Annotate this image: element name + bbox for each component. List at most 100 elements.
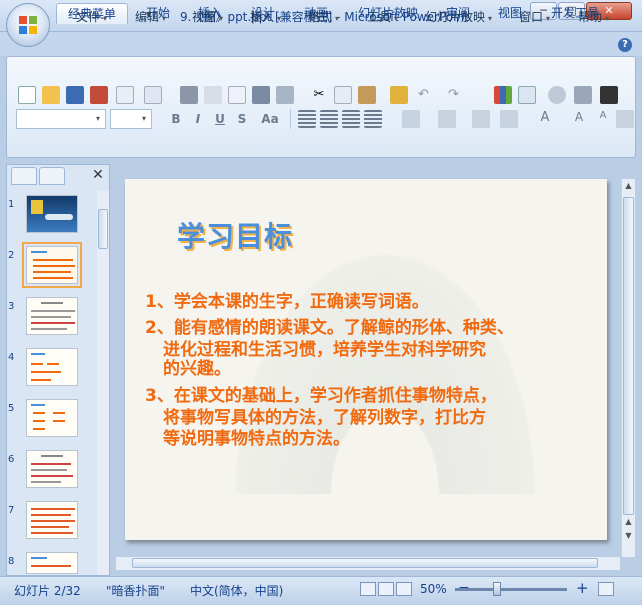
- slideshow-view-icon[interactable]: [396, 582, 412, 596]
- research-icon[interactable]: [276, 86, 294, 104]
- color-icon[interactable]: [574, 86, 592, 104]
- underline-button[interactable]: U: [212, 111, 228, 127]
- slide-thumbnail[interactable]: [26, 501, 78, 539]
- zoom-level[interactable]: 50%: [420, 582, 447, 596]
- cut-icon[interactable]: ✂: [310, 86, 328, 104]
- font-color-icon[interactable]: A: [536, 110, 554, 128]
- print-preview-icon[interactable]: [144, 86, 162, 104]
- numbering-icon[interactable]: [472, 110, 490, 128]
- align-right-icon[interactable]: [342, 110, 360, 128]
- objective-line[interactable]: 等说明事物特点的方法。: [163, 429, 350, 449]
- open-icon[interactable]: [42, 86, 60, 104]
- align-left-icon[interactable]: [298, 110, 316, 128]
- shrink-font-icon[interactable]: A: [594, 110, 612, 128]
- menu-insert[interactable]: 插入 ▾: [250, 8, 281, 24]
- scroll-thumb[interactable]: [623, 197, 634, 515]
- slide-thumbnail[interactable]: [26, 450, 78, 488]
- previous-slide-icon[interactable]: ▲: [622, 517, 635, 529]
- slide-vertical-scrollbar[interactable]: ▲ ▲ ▼: [621, 179, 635, 557]
- slide-thumbnail-selected[interactable]: [22, 242, 82, 288]
- scroll-thumb[interactable]: [132, 558, 598, 568]
- page-setup-icon[interactable]: [228, 86, 246, 104]
- objective-line[interactable]: 2、能有感情的朗读课文。了解鲸的形体、种类、: [145, 318, 514, 338]
- justify-icon[interactable]: [364, 110, 382, 128]
- menu-format[interactable]: 格式 ▾: [308, 8, 339, 24]
- grow-font-icon[interactable]: A: [570, 110, 588, 128]
- slide-thumbnail[interactable]: [26, 195, 78, 233]
- outline-tab[interactable]: [39, 167, 65, 185]
- language-status[interactable]: 中文(简体，中国): [190, 582, 283, 599]
- theme-name[interactable]: "暗香扑面": [106, 582, 165, 599]
- columns-icon[interactable]: [402, 110, 420, 128]
- menu-slideshow[interactable]: 幻灯片放映 ▾: [425, 8, 492, 24]
- zoom-slider-thumb[interactable]: [493, 582, 501, 596]
- preview-icon[interactable]: [204, 86, 222, 104]
- table-icon[interactable]: [518, 86, 536, 104]
- menu-tools[interactable]: 工具 ▾: [367, 8, 398, 24]
- clear-format-icon[interactable]: [616, 110, 634, 128]
- objective-line[interactable]: 进化过程和生活习惯，培养学生对科学研究: [163, 340, 486, 360]
- slide-thumbnail[interactable]: [26, 399, 78, 437]
- slide-canvas[interactable]: 学习目标 1、学会本课的生字，正确读写词语。 2、能有感情的朗读课文。了解鲸的形…: [125, 179, 607, 540]
- paste-icon[interactable]: [358, 86, 376, 104]
- zoom-slider[interactable]: [455, 588, 567, 591]
- bold-button[interactable]: B: [168, 111, 184, 127]
- slide-horizontal-scrollbar[interactable]: [116, 557, 620, 570]
- menu-help[interactable]: 帮助 ▾: [578, 8, 609, 24]
- zoom-in-button[interactable]: +: [576, 579, 589, 597]
- next-slide-icon[interactable]: ▼: [622, 531, 635, 543]
- fit-to-window-icon[interactable]: [598, 582, 614, 596]
- print-icon[interactable]: [180, 86, 198, 104]
- format-painter-icon[interactable]: [390, 86, 408, 104]
- chart-icon[interactable]: [494, 86, 512, 104]
- scroll-up-icon[interactable]: ▲: [622, 181, 635, 193]
- line-spacing-icon[interactable]: [438, 110, 456, 128]
- redo-icon[interactable]: ↷: [448, 86, 466, 104]
- whale-image: [45, 214, 73, 220]
- close-pane-icon[interactable]: ✕: [91, 167, 105, 183]
- thumbnail-number: 8: [8, 556, 15, 567]
- change-case-button[interactable]: Aa: [258, 111, 282, 127]
- help-icon[interactable]: ?: [618, 38, 632, 52]
- office-button[interactable]: [6, 3, 50, 47]
- thumbnail-line: [31, 520, 75, 522]
- shadow-button[interactable]: S: [234, 111, 250, 127]
- objective-line[interactable]: 的兴趣。: [163, 359, 231, 379]
- font-size-combo[interactable]: ▾: [110, 109, 152, 129]
- normal-view-icon[interactable]: [360, 582, 376, 596]
- italic-button[interactable]: I: [190, 111, 206, 127]
- chevron-down-icon: ▾: [103, 14, 108, 23]
- objective-line[interactable]: 将事物写具体的方法，了解列数字，打比方: [163, 408, 486, 428]
- new-icon[interactable]: [18, 86, 36, 104]
- menu-file[interactable]: 文件 ▾: [76, 8, 107, 24]
- thumbnail-number: 1: [8, 199, 15, 210]
- menu-view[interactable]: 视图 ▾: [192, 8, 223, 24]
- objective-line[interactable]: 1、学会本课的生字，正确读写词语。: [145, 292, 429, 312]
- save-icon[interactable]: [66, 86, 84, 104]
- chevron-down-icon: ▾: [488, 14, 493, 23]
- permission-icon[interactable]: [90, 86, 108, 104]
- thumbnail-number: 4: [8, 352, 15, 363]
- menu-edit[interactable]: 编辑 ▾: [135, 8, 166, 24]
- zoom-icon[interactable]: [548, 86, 566, 104]
- menu-window[interactable]: 窗口 ▾: [519, 8, 550, 24]
- font-name-combo[interactable]: ▾: [16, 109, 106, 129]
- slide-thumbnail[interactable]: [26, 348, 78, 386]
- scroll-thumb[interactable]: [98, 209, 108, 249]
- objective-line[interactable]: 3、在课文的基础上，学习作者抓住事物特点，: [145, 386, 497, 406]
- slide-thumbnail[interactable]: [26, 552, 78, 574]
- spelling-icon[interactable]: [252, 86, 270, 104]
- copy-icon[interactable]: [334, 86, 352, 104]
- thumbnails-scrollbar[interactable]: [97, 191, 109, 575]
- bullets-icon[interactable]: [500, 110, 518, 128]
- slide-sorter-icon[interactable]: [378, 582, 394, 596]
- slide-icon[interactable]: [600, 86, 618, 104]
- thumbnail-line: [33, 265, 75, 267]
- slide-thumbnail[interactable]: [26, 297, 78, 335]
- slides-tab[interactable]: [11, 167, 37, 185]
- email-icon[interactable]: [116, 86, 134, 104]
- slide-title[interactable]: 学习目标: [177, 215, 293, 255]
- thumbnail-mark: [31, 200, 43, 214]
- undo-icon[interactable]: ↶: [418, 86, 436, 104]
- align-center-icon[interactable]: [320, 110, 338, 128]
